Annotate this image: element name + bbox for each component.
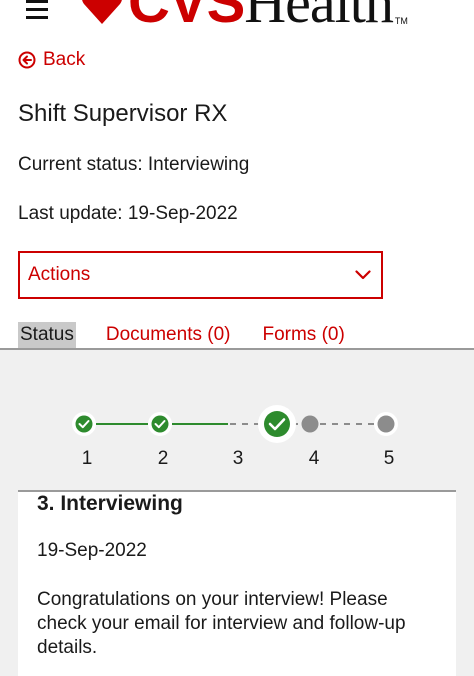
cvs-health-logo[interactable]: CVS Health TM <box>80 0 408 35</box>
back-label: Back <box>43 49 86 70</box>
tab-forms[interactable]: Forms (0) <box>260 322 346 348</box>
step-3-number: 3 <box>232 448 244 469</box>
tab-bar: Status Documents (0) Forms (0) <box>18 322 375 348</box>
detail-date: 19-Sep-2022 <box>37 540 147 561</box>
actions-dropdown[interactable]: Actions <box>18 251 383 299</box>
arrow-left-circle-icon <box>18 51 36 69</box>
step-2-number: 2 <box>157 448 169 469</box>
step-5-icon <box>374 412 398 436</box>
actions-label: Actions <box>28 264 91 285</box>
logo-trademark: TM <box>394 16 408 26</box>
logo-brand-text: CVS <box>128 0 245 35</box>
logo-health-text: Health <box>244 0 394 35</box>
status-panel: 1 2 3 4 5 3. Interviewing 19-Sep-2022 Co… <box>0 348 474 676</box>
detail-message: Congratulations on your interview! Pleas… <box>37 589 406 658</box>
last-update: Last update: 19-Sep-2022 <box>18 203 238 224</box>
current-status: Current status: Interviewing <box>18 154 250 175</box>
detail-title: 3. Interviewing <box>37 492 183 515</box>
app-header: CVS Health TM <box>0 0 474 40</box>
step-1-icon <box>72 412 96 436</box>
tab-status[interactable]: Status <box>18 322 76 348</box>
job-title: Shift Supervisor RX <box>18 100 228 127</box>
chevron-down-icon <box>355 270 371 280</box>
step-3-icon <box>258 405 296 443</box>
stepper-graphic <box>72 405 398 443</box>
step-2-icon <box>148 412 172 436</box>
status-detail-card: 3. Interviewing 19-Sep-2022 Congratulati… <box>18 492 456 676</box>
step-5-number: 5 <box>383 448 395 469</box>
step-1-number: 1 <box>81 448 93 469</box>
hamburger-menu-icon[interactable] <box>26 0 48 20</box>
heart-icon <box>82 0 122 24</box>
step-4-icon <box>301 415 319 433</box>
back-link[interactable]: Back <box>18 49 85 71</box>
tab-documents[interactable]: Documents (0) <box>104 322 233 348</box>
step-4-number: 4 <box>308 448 320 469</box>
progress-stepper: 1 2 3 4 5 <box>0 350 474 490</box>
